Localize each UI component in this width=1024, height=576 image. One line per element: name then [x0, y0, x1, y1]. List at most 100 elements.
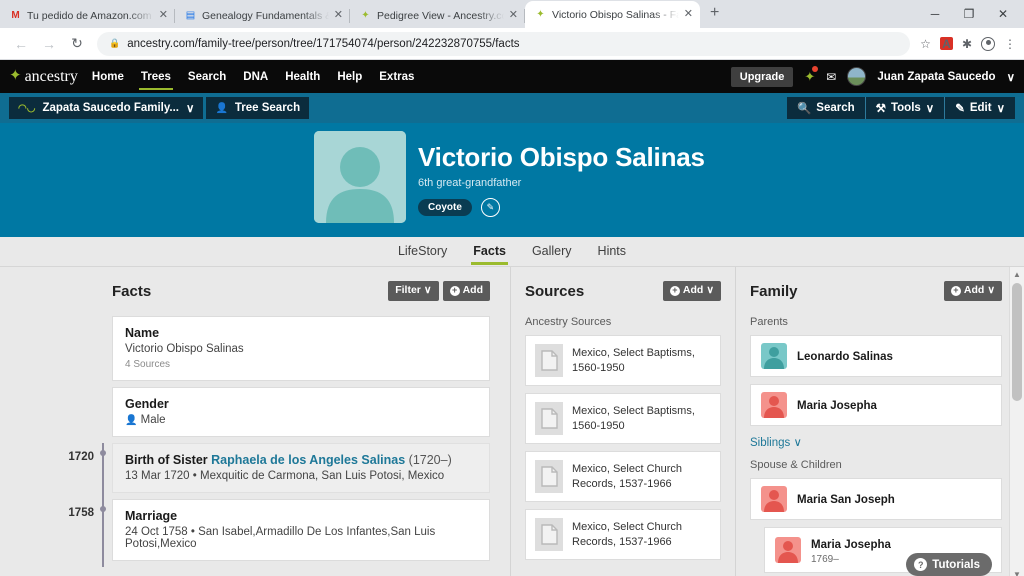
- family-column: Family + Add ∨ Parents Leonardo Salinas …: [735, 267, 1024, 576]
- nav-item-help[interactable]: Help: [337, 63, 362, 91]
- chevron-down-icon: ∨: [996, 103, 1005, 115]
- nav-item-extras[interactable]: Extras: [379, 63, 414, 91]
- upgrade-button[interactable]: Upgrade: [730, 66, 794, 87]
- chevron-down-icon: ∨: [793, 437, 802, 449]
- messages-envelope-icon[interactable]: ✉: [826, 71, 836, 83]
- fact-card-name[interactable]: Name Victorio Obispo Salinas 4 Sources: [112, 316, 490, 381]
- nav-item-trees[interactable]: Trees: [138, 63, 173, 91]
- extensions-puzzle-icon[interactable]: ✱: [962, 38, 972, 50]
- family-member-card[interactable]: Leonardo Salinas: [750, 335, 1002, 377]
- filter-button[interactable]: Filter ∨: [388, 281, 439, 301]
- source-card[interactable]: Mexico, Select Baptisms, 1560-1950: [525, 335, 721, 386]
- browser-tab[interactable]: M Tu pedido de Amazon.com #114 ✕: [0, 3, 175, 28]
- fact-title-text: Birth of Sister: [125, 453, 212, 467]
- close-icon[interactable]: ✕: [684, 9, 693, 20]
- scrollbar-thumb[interactable]: [1012, 283, 1022, 401]
- global-nav-links: Home Trees Search DNA Health Help Extras: [92, 63, 414, 91]
- chevron-down-icon: ∨: [706, 284, 714, 297]
- tree-search-button[interactable]: 👤 Tree Search: [206, 97, 310, 119]
- add-family-button[interactable]: + Add ∨: [943, 281, 1002, 301]
- tab-facts[interactable]: Facts: [471, 238, 508, 265]
- close-icon[interactable]: ✕: [159, 10, 168, 21]
- fact-card-marriage[interactable]: Marriage 24 Oct 1758 • San Isabel,Armadi…: [112, 499, 490, 561]
- siblings-label: Siblings: [750, 437, 791, 449]
- ancestry-global-nav: ✦ ancestry Home Trees Search DNA Health …: [0, 60, 1024, 93]
- source-card[interactable]: Mexico, Select Church Records, 1537-1966: [525, 451, 721, 502]
- search-icon: 🔍: [796, 103, 812, 115]
- browser-tab[interactable]: ✦ Pedigree View - Ancestry.com ✕: [350, 3, 525, 28]
- fact-value-row: 👤 Male: [125, 414, 477, 426]
- chevron-down-icon: ∨: [186, 103, 195, 115]
- search-button[interactable]: 🔍 Search: [786, 97, 865, 119]
- browser-tab-active[interactable]: ✦ Victorio Obispo Salinas - Facts ✕: [525, 1, 700, 28]
- reload-icon[interactable]: ↻: [64, 31, 90, 57]
- add-fact-button[interactable]: + Add: [442, 281, 490, 301]
- nav-item-health[interactable]: Health: [285, 63, 320, 91]
- fact-row[interactable]: 1758 Marriage 24 Oct 1758 • San Isabel,A…: [68, 499, 490, 567]
- status-badge[interactable]: Coyote: [418, 199, 472, 217]
- family-member-card[interactable]: Maria Josepha: [750, 384, 1002, 426]
- tab-gallery[interactable]: Gallery: [531, 238, 573, 265]
- family-member-card[interactable]: Maria San Joseph: [750, 478, 1002, 520]
- fact-value: Male: [140, 414, 166, 426]
- fact-row[interactable]: Name Victorio Obispo Salinas 4 Sources: [112, 316, 490, 381]
- browser-tab[interactable]: ▤ Genealogy Fundamentals & How ✕: [175, 3, 350, 28]
- minimize-button[interactable]: ─: [918, 8, 952, 20]
- pdf-extension-icon[interactable]: A: [939, 37, 953, 50]
- ancestry-leaf-icon: ✦: [361, 9, 370, 21]
- chrome-menu-icon[interactable]: ⋮: [1004, 38, 1016, 50]
- family-header: Family + Add ∨: [750, 281, 1002, 301]
- add-label: Add: [963, 284, 985, 297]
- forward-icon[interactable]: →: [36, 31, 62, 57]
- close-window-button[interactable]: ✕: [986, 8, 1020, 20]
- add-label: Add: [682, 284, 704, 297]
- facts-title: Facts: [112, 282, 152, 300]
- close-icon[interactable]: ✕: [509, 10, 518, 21]
- chevron-down-icon: ∨: [987, 284, 995, 297]
- tab-hints[interactable]: Hints: [597, 238, 627, 265]
- siblings-toggle[interactable]: Siblings ∨: [750, 435, 802, 449]
- browser-url-bar: ← → ↻ 🔒 ancestry.com/family-tree/person/…: [0, 28, 1024, 60]
- fact-value: Victorio Obispo Salinas: [125, 343, 244, 355]
- fact-source-count[interactable]: 4 Sources: [125, 359, 477, 370]
- fact-card-birth-of-sister[interactable]: Birth of Sister Raphaela de los Angeles …: [112, 443, 490, 493]
- fact-card-gender[interactable]: Gender 👤 Male: [112, 387, 490, 437]
- tutorials-button[interactable]: ? Tutorials: [906, 553, 992, 576]
- bookmark-star-icon[interactable]: ☆: [920, 38, 931, 50]
- scroll-up-icon[interactable]: ▲: [1010, 267, 1024, 282]
- scrollbar[interactable]: ▲ ▼: [1009, 267, 1024, 576]
- nav-item-home[interactable]: Home: [92, 63, 124, 91]
- related-person-link[interactable]: Raphaela de los Angeles Salinas: [211, 453, 405, 467]
- profile-banner: Victorio Obispo Salinas 6th great-grandf…: [0, 123, 1024, 237]
- tab-lifestory[interactable]: LifeStory: [397, 238, 448, 265]
- fact-row[interactable]: Gender 👤 Male: [112, 387, 490, 437]
- ancestry-logo[interactable]: ✦ ancestry: [9, 68, 92, 86]
- avatar[interactable]: [847, 67, 867, 86]
- user-name-label[interactable]: Juan Zapata Saucedo: [877, 71, 995, 83]
- chevron-down-icon[interactable]: ∨: [1007, 70, 1015, 84]
- facts-column: Facts Filter ∨ + Add Name Victorio Obisp…: [0, 267, 510, 576]
- edit-button[interactable]: ✎ Edit ∨: [944, 97, 1015, 119]
- nav-item-search[interactable]: Search: [188, 63, 226, 91]
- new-tab-button[interactable]: +: [700, 5, 727, 23]
- edit-pencil-icon[interactable]: ✎: [480, 198, 500, 218]
- add-source-button[interactable]: + Add ∨: [662, 281, 721, 301]
- nav-item-dna[interactable]: DNA: [243, 63, 268, 91]
- family-title: Family: [750, 282, 798, 300]
- source-card[interactable]: Mexico, Select Baptisms, 1560-1950: [525, 393, 721, 444]
- scroll-down-icon[interactable]: ▼: [1010, 567, 1024, 576]
- back-icon[interactable]: ←: [8, 31, 34, 57]
- family-member-info: Leonardo Salinas: [797, 347, 893, 365]
- pencil-icon: ✎: [955, 103, 965, 115]
- source-card[interactable]: Mexico, Select Church Records, 1537-1966: [525, 509, 721, 560]
- tree-selector[interactable]: ◠◡ Zapata Saucedo Family... ∨: [9, 97, 204, 119]
- profile-photo-placeholder[interactable]: [314, 131, 406, 223]
- hints-leaf-icon[interactable]: ✦: [804, 66, 819, 83]
- address-bar[interactable]: 🔒 ancestry.com/family-tree/person/tree/1…: [97, 31, 911, 56]
- close-icon[interactable]: ✕: [334, 10, 343, 21]
- maximize-button[interactable]: ❐: [952, 8, 986, 20]
- fact-row[interactable]: 1720 Birth of Sister Raphaela de los Ang…: [68, 443, 490, 499]
- source-name: Mexico, Select Church Records, 1537-1966: [572, 520, 683, 548]
- browser-profile-icon[interactable]: [981, 36, 995, 51]
- tools-button[interactable]: ⚒ Tools ∨: [864, 97, 945, 119]
